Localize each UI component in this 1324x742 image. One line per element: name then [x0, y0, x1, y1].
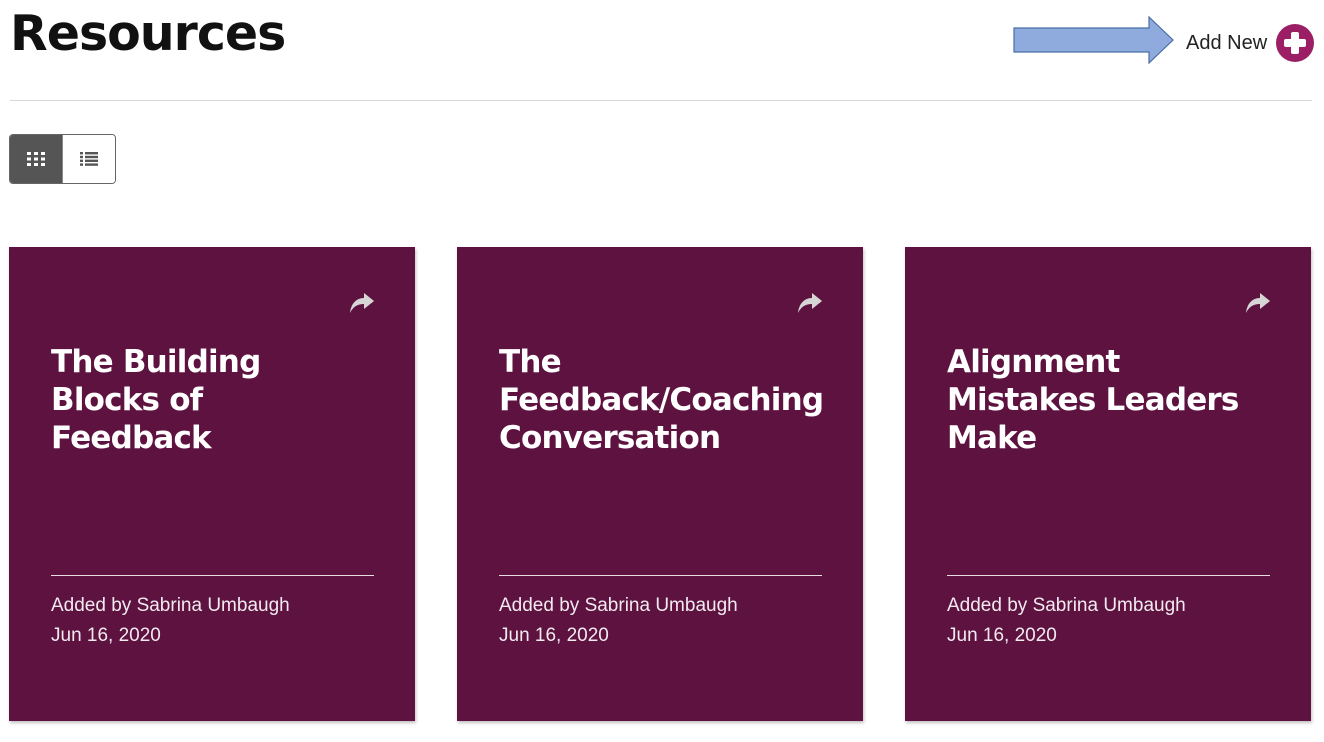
card-author: Added by Sabrina Umbaugh — [499, 595, 738, 616]
card-title: The Feedback/Coaching Conversation — [499, 344, 824, 456]
share-icon[interactable] — [1245, 291, 1271, 315]
list-view-button[interactable] — [62, 135, 115, 183]
grid-view-button[interactable] — [10, 135, 62, 183]
card-title: The Building Blocks of Feedback — [51, 344, 261, 456]
page-title: Resources — [10, 5, 286, 62]
card-date: Jun 16, 2020 — [499, 625, 609, 646]
card-divider — [499, 575, 822, 576]
add-new-label: Add New — [1186, 32, 1268, 54]
view-toggle — [9, 134, 116, 184]
plus-circle-icon[interactable] — [1276, 24, 1315, 62]
list-icon — [80, 152, 98, 166]
card-divider — [51, 575, 374, 576]
resource-card[interactable]: The Building Blocks of Feedback Added by… — [9, 247, 415, 721]
resource-card[interactable]: The Feedback/Coaching Conversation Added… — [457, 247, 863, 721]
card-date: Jun 16, 2020 — [947, 625, 1057, 646]
card-date: Jun 16, 2020 — [51, 625, 161, 646]
grid-icon — [27, 152, 45, 166]
card-divider — [947, 575, 1270, 576]
resource-card[interactable]: Alignment Mistakes Leaders Make Added by… — [905, 247, 1311, 721]
card-author: Added by Sabrina Umbaugh — [947, 595, 1186, 616]
arrow-annotation-icon — [1013, 16, 1174, 64]
card-author: Added by Sabrina Umbaugh — [51, 595, 290, 616]
share-icon[interactable] — [797, 291, 823, 315]
share-icon[interactable] — [349, 291, 375, 315]
header-divider — [10, 100, 1312, 101]
card-title: Alignment Mistakes Leaders Make — [947, 344, 1239, 456]
add-new-button[interactable]: Add New — [1186, 24, 1315, 62]
